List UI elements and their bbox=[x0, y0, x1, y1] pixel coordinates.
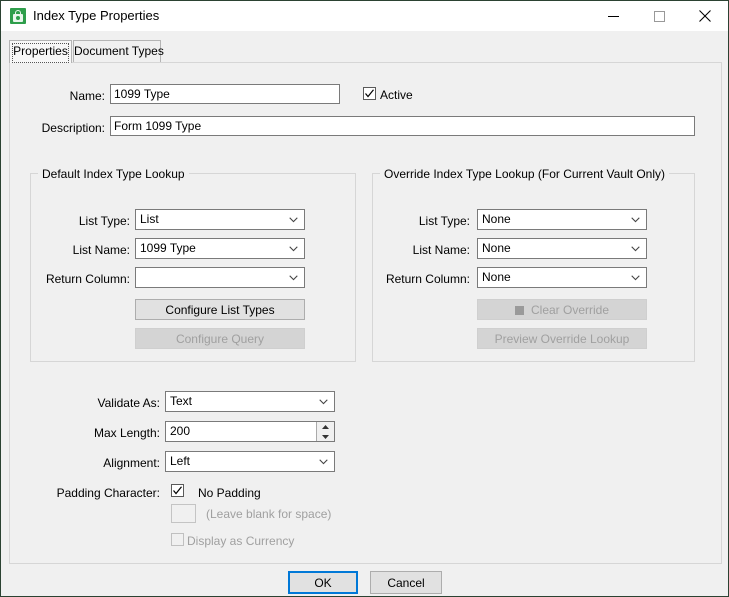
override-list-type-select[interactable]: None bbox=[477, 209, 647, 230]
tab-strip: Properties Document Types bbox=[9, 40, 722, 63]
chevron-down-icon bbox=[289, 216, 298, 222]
chevron-down-icon bbox=[631, 245, 640, 251]
override-list-name-select[interactable]: None bbox=[477, 238, 647, 259]
max-length-spin-buttons[interactable] bbox=[316, 422, 334, 441]
configure-list-types-button[interactable]: Configure List Types bbox=[135, 299, 305, 320]
active-label: Active bbox=[380, 88, 413, 102]
no-padding-label: No Padding bbox=[198, 486, 261, 500]
spin-down-icon[interactable] bbox=[317, 432, 334, 442]
leave-blank-hint: (Leave blank for space) bbox=[206, 507, 332, 521]
default-list-name-label: List Name: bbox=[72, 243, 130, 257]
validate-as-select[interactable]: Text bbox=[165, 391, 335, 412]
active-checkbox[interactable] bbox=[363, 87, 376, 100]
chevron-down-icon bbox=[289, 274, 298, 280]
description-input[interactable]: Form 1099 Type bbox=[110, 116, 695, 136]
padding-character-input bbox=[171, 504, 196, 523]
default-lookup-title: Default Index Type Lookup bbox=[38, 167, 189, 181]
default-list-type-value: List bbox=[140, 212, 159, 226]
override-list-type-label: List Type: bbox=[418, 214, 470, 228]
override-list-name-label: List Name: bbox=[412, 243, 470, 257]
name-input[interactable]: 1099 Type bbox=[110, 84, 340, 104]
window-title: Index Type Properties bbox=[33, 8, 160, 23]
clear-override-button: Clear Override bbox=[477, 299, 647, 320]
default-list-name-select[interactable]: 1099 Type bbox=[135, 238, 305, 259]
cancel-button[interactable]: Cancel bbox=[370, 571, 442, 594]
override-list-name-value: None bbox=[482, 241, 511, 255]
padding-character-label: Padding Character: bbox=[56, 486, 160, 500]
ok-button[interactable]: OK bbox=[288, 571, 358, 594]
alignment-value: Left bbox=[170, 454, 191, 468]
properties-panel: Name: 1099 Type Active Description: Form… bbox=[9, 62, 722, 564]
name-label: Name: bbox=[69, 89, 105, 103]
maximize-icon[interactable] bbox=[636, 1, 682, 31]
default-list-name-value: 1099 Type bbox=[140, 241, 196, 255]
max-length-label: Max Length: bbox=[93, 426, 160, 440]
chevron-down-icon bbox=[319, 458, 328, 464]
tab-properties-label: Properties bbox=[13, 44, 68, 58]
chevron-down-icon bbox=[319, 398, 328, 404]
display-as-currency-label: Display as Currency bbox=[187, 534, 295, 548]
chevron-down-icon bbox=[631, 274, 640, 280]
override-return-column-value: None bbox=[482, 270, 511, 284]
validate-as-value: Text bbox=[170, 394, 193, 408]
max-length-value: 200 bbox=[170, 424, 191, 438]
minimize-icon[interactable] bbox=[590, 1, 636, 31]
lock-icon bbox=[10, 8, 26, 24]
title-bar: Index Type Properties bbox=[1, 1, 728, 31]
display-as-currency-checkbox bbox=[171, 533, 184, 546]
override-list-type-value: None bbox=[482, 212, 511, 226]
close-icon[interactable] bbox=[682, 1, 728, 31]
override-return-column-select[interactable]: None bbox=[477, 267, 647, 288]
stop-square-icon bbox=[514, 305, 524, 315]
tab-document-types[interactable]: Document Types bbox=[73, 40, 164, 62]
tab-document-types-label: Document Types bbox=[74, 44, 164, 58]
default-return-column-select[interactable] bbox=[135, 267, 305, 288]
validate-as-label: Validate As: bbox=[97, 396, 160, 410]
alignment-label: Alignment: bbox=[103, 456, 160, 470]
description-label: Description: bbox=[41, 121, 105, 135]
dialog-window: Index Type Properties Properties Documen… bbox=[0, 0, 729, 597]
preview-override-lookup-button: Preview Override Lookup bbox=[477, 328, 647, 349]
max-length-stepper[interactable]: 200 bbox=[165, 421, 335, 442]
spin-up-icon[interactable] bbox=[317, 422, 334, 432]
chevron-down-icon bbox=[631, 216, 640, 222]
alignment-select[interactable]: Left bbox=[165, 451, 335, 472]
configure-query-button: Configure Query bbox=[135, 328, 305, 349]
default-list-type-label: List Type: bbox=[78, 214, 130, 228]
default-return-column-label: Return Column: bbox=[45, 272, 130, 286]
override-return-column-label: Return Column: bbox=[385, 272, 470, 286]
override-lookup-title: Override Index Type Lookup (For Current … bbox=[380, 167, 670, 181]
tab-properties[interactable]: Properties bbox=[9, 40, 72, 63]
chevron-down-icon bbox=[289, 245, 298, 251]
no-padding-checkbox[interactable] bbox=[171, 484, 184, 497]
clear-override-label: Clear Override bbox=[530, 302, 610, 317]
default-list-type-select[interactable]: List bbox=[135, 209, 305, 230]
